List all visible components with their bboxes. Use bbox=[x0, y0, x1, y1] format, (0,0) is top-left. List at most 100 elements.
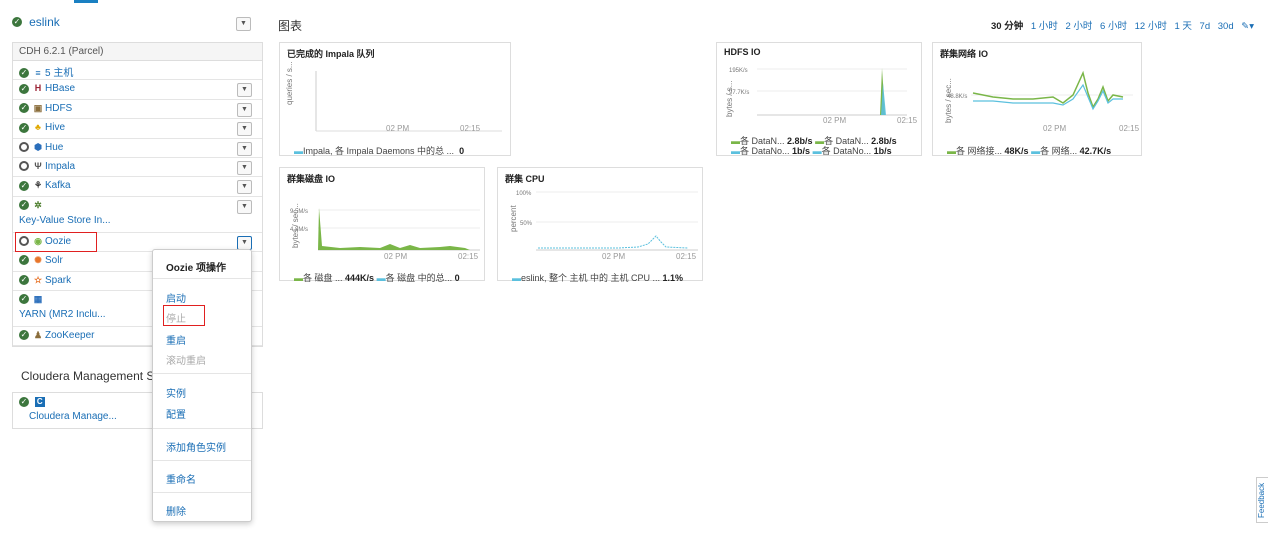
management-title: Cloudera Management Ser bbox=[21, 369, 166, 383]
x-tick: 02:15 bbox=[897, 116, 918, 125]
x-tick: 02:15 bbox=[458, 252, 479, 261]
service-dropdown-button[interactable]: ▼ bbox=[237, 199, 252, 214]
series-area-green bbox=[318, 208, 470, 250]
cluster-name-link[interactable]: eslink bbox=[29, 15, 60, 29]
menu-item-instances[interactable]: 实例 bbox=[166, 385, 186, 400]
service-row: Ψ Impala ▼ bbox=[13, 158, 262, 178]
menu-divider bbox=[153, 492, 251, 493]
charts-title: 图表 bbox=[278, 19, 303, 33]
service-link-hbase[interactable]: HBase bbox=[45, 83, 75, 94]
status-stopped-icon bbox=[19, 161, 29, 172]
time-range-2h[interactable]: 2 小时 bbox=[1065, 21, 1092, 32]
impala-icon: Ψ bbox=[34, 160, 42, 171]
time-range-6h[interactable]: 6 小时 bbox=[1100, 21, 1127, 32]
highlight-box bbox=[15, 231, 97, 252]
service-link-zookeeper[interactable]: ZooKeeper bbox=[45, 330, 94, 341]
yarn-icon: ▦ bbox=[33, 293, 43, 304]
time-range-12h[interactable]: 12 小时 bbox=[1135, 21, 1167, 32]
time-range-1h[interactable]: 1 小时 bbox=[1031, 21, 1058, 32]
status-stopped-icon bbox=[19, 141, 29, 152]
service-dropdown-button[interactable]: ▼ bbox=[237, 122, 252, 137]
menu-divider bbox=[153, 428, 251, 429]
service-link-kafka[interactable]: Kafka bbox=[45, 180, 71, 191]
chart-cluster-network-io[interactable]: 群集网络 IO bytes / sec... 48.8K/s 02 PM 02:… bbox=[932, 42, 1142, 156]
menu-item-delete[interactable]: 删除 bbox=[166, 503, 186, 518]
x-tick: 02 PM bbox=[384, 252, 407, 261]
x-tick: 02 PM bbox=[823, 116, 846, 125]
service-link-kv-store[interactable]: Key-Value Store In... bbox=[19, 215, 256, 226]
chart-hdfs-io[interactable]: HDFS IO 195K/s 97.7K/s bytes / s... 02 P… bbox=[716, 42, 922, 156]
x-tick: 02:15 bbox=[460, 124, 481, 133]
service-dropdown-button[interactable]: ▼ bbox=[237, 83, 252, 98]
highlight-box bbox=[163, 305, 205, 326]
chart-disk-plot: 9.5M/s 4.8M/s bytes / sec... 02 PM 02:15 bbox=[290, 203, 480, 261]
service-dropdown-button[interactable]: ▼ bbox=[237, 102, 252, 117]
service-dropdown-button[interactable]: ▼ bbox=[237, 141, 252, 156]
menu-title: Oozie 项操作 bbox=[166, 263, 227, 274]
menu-item-restart[interactable]: 重启 bbox=[166, 332, 186, 347]
status-ok-icon: ✓ bbox=[12, 17, 22, 27]
cluster-header: ✓ eslink ▼ bbox=[12, 15, 262, 35]
menu-item-configuration[interactable]: 配置 bbox=[166, 406, 186, 421]
time-range-1d[interactable]: 1 天 bbox=[1174, 21, 1191, 32]
status-ok-icon: ✓ bbox=[19, 180, 29, 191]
status-ok-icon: ✓ bbox=[19, 294, 29, 305]
kafka-icon: ⚘ bbox=[33, 180, 43, 191]
service-dropdown-button[interactable]: ▼ bbox=[237, 160, 252, 175]
feedback-tab[interactable]: Feedback bbox=[1256, 477, 1268, 523]
hue-icon: ⬢ bbox=[34, 141, 42, 152]
chart-impala-queries[interactable]: 已完成的 Impala 队列 queries / s... 02 PM 02:1… bbox=[279, 42, 511, 156]
y-tick: 195K/s bbox=[729, 68, 748, 74]
cloudera-manager-icon: C bbox=[34, 397, 45, 408]
y-tick: 50% bbox=[520, 221, 533, 227]
service-row: ✓ H HBase ▼ bbox=[13, 80, 262, 100]
y-tick: 48.8K/s bbox=[947, 94, 967, 100]
series-line-green bbox=[972, 70, 1124, 109]
status-ok-icon: ✓ bbox=[19, 274, 29, 285]
x-tick: 02:15 bbox=[1119, 124, 1140, 133]
oozie-actions-menu: Oozie 项操作 启动 停止 重启 滚动重启 实例 配置 添加角色实例 重命名… bbox=[152, 249, 252, 522]
kv-store-icon: ✲ bbox=[34, 199, 42, 210]
chart-cluster-cpu[interactable]: 群集 CPU 100% 50% percent 02 PM 02:15 ▬esl… bbox=[497, 167, 703, 283]
legend-item: ▬各 网络接... 48K/s ▬各 网络... 42.7K/s bbox=[947, 146, 1112, 156]
service-link-hdfs[interactable]: HDFS bbox=[45, 103, 72, 114]
y-axis-label: queries / s... bbox=[285, 61, 294, 105]
status-ok-icon: ✓ bbox=[19, 103, 29, 114]
service-link-spark[interactable]: Spark bbox=[45, 275, 71, 286]
service-link-hue[interactable]: Hue bbox=[45, 142, 63, 153]
x-tick: 02 PM bbox=[1043, 124, 1066, 133]
service-dropdown-button[interactable]: ▼ bbox=[237, 235, 252, 250]
legend-item: ▬各 磁盘 ... 444K/s ▬各 磁盘 中的总... 0 bbox=[294, 273, 460, 283]
menu-item-rename[interactable]: 重命名 bbox=[166, 471, 196, 486]
menu-item-start[interactable]: 启动 bbox=[166, 290, 186, 305]
status-ok-icon: ✓ bbox=[19, 68, 29, 79]
legend-item: ▬各 DataNo... 1b/s ▬各 DataNo... 1b/s bbox=[731, 146, 892, 156]
status-ok-icon: ✓ bbox=[19, 255, 29, 266]
service-link-hive[interactable]: Hive bbox=[45, 122, 65, 133]
service-link-impala[interactable]: Impala bbox=[45, 161, 75, 172]
chart-cluster-disk-io[interactable]: 群集磁盘 IO 9.5M/s 4.8M/s bytes / sec... 02 … bbox=[279, 167, 485, 283]
x-tick: 02:15 bbox=[676, 252, 697, 261]
service-link-solr[interactable]: Solr bbox=[45, 255, 63, 266]
y-axis-label: bytes / sec... bbox=[944, 78, 953, 123]
cluster-dropdown-button[interactable]: ▼ bbox=[236, 17, 251, 31]
chart-cpu-plot: 100% 50% percent 02 PM 02:15 bbox=[509, 191, 698, 261]
service-row: ✓ ✲ Key-Value Store In... ▼ bbox=[13, 197, 262, 233]
hbase-icon: H bbox=[34, 83, 42, 94]
x-tick: 02 PM bbox=[602, 252, 625, 261]
spark-icon: ✫ bbox=[34, 274, 42, 285]
series-line-blue bbox=[538, 235, 689, 249]
menu-item-add-role-instances[interactable]: 添加角色实例 bbox=[166, 439, 226, 454]
time-range-30d[interactable]: 30d bbox=[1218, 21, 1234, 32]
hive-icon: ♣ bbox=[35, 122, 41, 133]
solr-icon: ✺ bbox=[34, 255, 42, 266]
legend-item: ▬Impala, 各 Impala Daemons 中的总 ... 0 bbox=[294, 146, 465, 156]
time-range-7d[interactable]: 7d bbox=[1200, 21, 1211, 32]
edit-pencil-icon[interactable]: ✎▾ bbox=[1241, 21, 1254, 32]
time-range-selected[interactable]: 30 分钟 bbox=[991, 21, 1023, 32]
service-link-hosts[interactable]: 5 主机 bbox=[45, 68, 73, 79]
status-ok-icon: ✓ bbox=[19, 83, 29, 94]
service-dropdown-button[interactable]: ▼ bbox=[237, 180, 252, 195]
y-axis-label: percent bbox=[509, 205, 518, 232]
hdfs-icon: ▣ bbox=[33, 102, 43, 113]
